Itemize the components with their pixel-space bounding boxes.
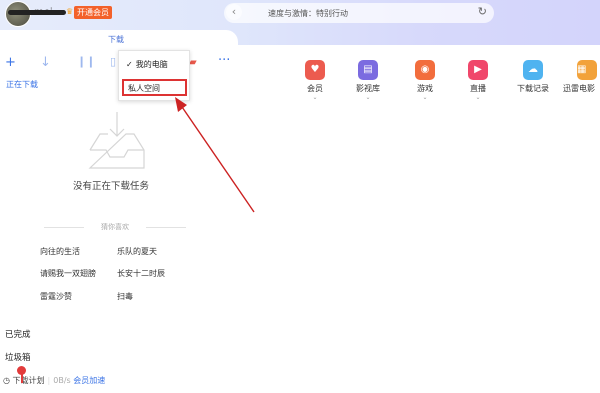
dropdown-item-my-computer[interactable]: ✓ 我的电脑 xyxy=(126,59,168,70)
feature-label: 直播 xyxy=(470,84,486,93)
open-vip-badge[interactable]: 开通会员 xyxy=(74,6,112,19)
refresh-icon[interactable]: ↻ xyxy=(478,5,487,18)
download-speed: 0B/s xyxy=(53,376,71,385)
search-box[interactable]: ↻ xyxy=(224,3,494,23)
chevron-down-icon: ⌄ xyxy=(312,94,318,101)
trash-section[interactable]: 垃圾箱 xyxy=(5,351,31,363)
download-plan-link[interactable]: 下载计划 xyxy=(13,376,45,385)
location-dropdown: ✓ 我的电脑 私人空间 xyxy=(118,50,190,101)
status-bar: ◷ 下载计划 | 0B/s 会员加速 xyxy=(3,376,106,385)
check-icon: ✓ xyxy=(126,60,133,69)
feature-thunder-film[interactable]: ▦ 迅雷电影 xyxy=(563,60,600,94)
cloud-icon: ☁ xyxy=(523,60,543,80)
tab-download[interactable]: 下载 xyxy=(108,34,124,45)
clock-icon: ◷ xyxy=(3,376,10,385)
feature-label: 会员 xyxy=(307,84,323,93)
recommendation-item[interactable]: 长安十二时辰 xyxy=(117,268,165,279)
film-icon: ▤ xyxy=(358,60,378,80)
guess-you-like-title: 猜你喜欢 xyxy=(40,222,190,232)
thunder-film-icon: ▦ xyxy=(577,60,597,80)
feature-vip[interactable]: ♥ 会员 ⌄ xyxy=(292,60,338,101)
chevron-down-icon: ⌄ xyxy=(365,94,371,101)
tv-icon: ▶ xyxy=(468,60,488,80)
recommendation-item[interactable]: 请赐我一双翅膀 xyxy=(40,268,96,279)
folder-icon[interactable]: ▰ xyxy=(189,57,197,68)
dropdown-item-label: 我的电脑 xyxy=(135,60,168,69)
redaction-mark xyxy=(8,10,66,15)
feature-download-history[interactable]: ☁ 下载记录 xyxy=(510,60,556,94)
recommendation-item[interactable]: 乐队的夏天 xyxy=(117,246,157,257)
chevron-down-icon: ⌄ xyxy=(475,94,481,101)
recommendation-item[interactable]: 雷霆沙赞 xyxy=(40,291,72,302)
feature-film-library[interactable]: ▤ 影视库 ⌄ xyxy=(345,60,391,101)
delete-icon[interactable]: ▯ xyxy=(110,55,116,68)
completed-section[interactable]: 已完成 xyxy=(5,328,31,340)
more-icon[interactable]: ··· xyxy=(218,53,230,68)
chevron-down-icon: ⌄ xyxy=(422,94,428,101)
vip-heart-icon: ♥ xyxy=(305,60,325,80)
recommendation-item[interactable]: 扫毒 xyxy=(117,291,133,302)
downloading-label[interactable]: 正在下载 xyxy=(6,79,38,90)
dropdown-item-label: 私人空间 xyxy=(128,84,160,93)
location-pin-icon xyxy=(17,366,26,383)
feature-label: 下载记录 xyxy=(517,84,549,93)
vip-accelerate-link[interactable]: 会员加速 xyxy=(73,376,105,385)
feature-label: 迅雷电影 xyxy=(563,84,595,93)
empty-state-text: 没有正在下载任务 xyxy=(73,181,150,192)
recommendation-item[interactable]: 向往的生活 xyxy=(40,246,80,257)
feature-label: 影视库 xyxy=(356,84,380,93)
feature-live[interactable]: ▶ 直播 ⌄ xyxy=(455,60,501,101)
crown-icon: ♛ xyxy=(66,7,74,16)
feature-label: 游戏 xyxy=(417,84,433,93)
pause-icon[interactable]: ❙❙ xyxy=(77,55,95,68)
gamepad-icon: ◉ xyxy=(415,60,435,80)
start-download-icon[interactable]: ↓ xyxy=(40,55,51,70)
add-task-icon[interactable]: + xyxy=(5,55,16,70)
feature-games[interactable]: ◉ 游戏 ⌄ xyxy=(402,60,448,101)
dropdown-item-private-space[interactable]: 私人空间 xyxy=(122,79,187,96)
back-icon[interactable]: ‹ xyxy=(226,4,242,20)
empty-tray-icon xyxy=(88,112,145,169)
search-input[interactable] xyxy=(268,6,468,20)
